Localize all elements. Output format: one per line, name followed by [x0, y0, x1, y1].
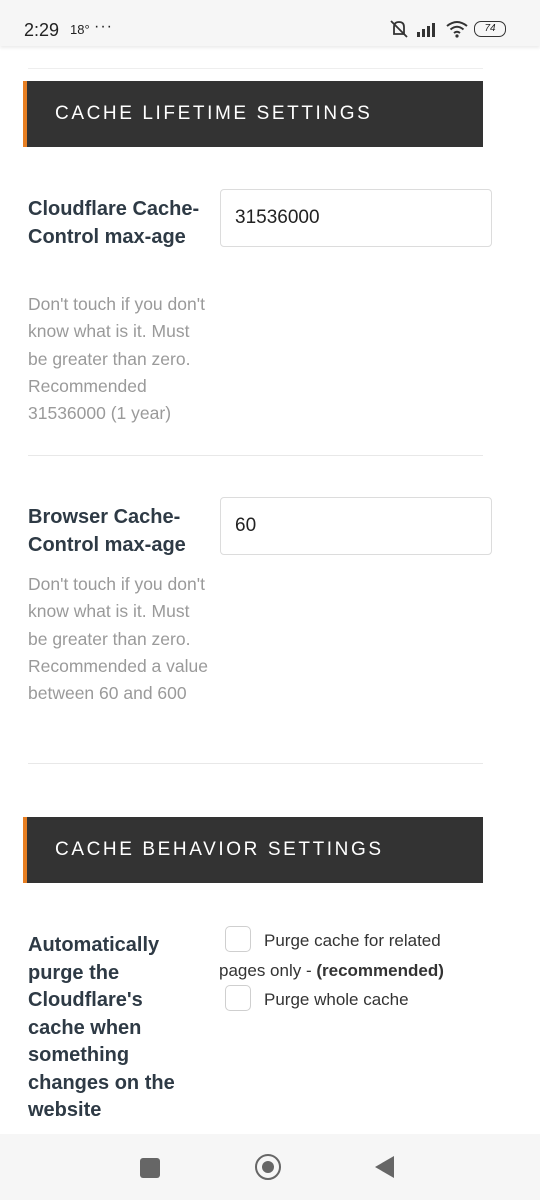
- status-icons: 74: [388, 19, 506, 39]
- battery-icon: 74: [474, 21, 506, 37]
- cf-max-age-description: Don't touch if you don't know what is it…: [28, 294, 205, 424]
- recommended-badge: (recommended): [316, 961, 444, 980]
- purge-related-text-line2: pages only - (recommended): [219, 961, 444, 981]
- purge-related-text-cont: pages only -: [219, 961, 317, 980]
- signal-icon: [417, 23, 435, 37]
- browser-max-age-label: Browser Cache-Control max-age: [28, 506, 186, 556]
- section-title: CACHE LIFETIME SETTINGS: [55, 103, 373, 124]
- status-bar: 2:29 18° ··· 74: [0, 0, 540, 46]
- more-notifications-icon: ···: [94, 18, 113, 35]
- purge-whole-text: Purge whole cache: [264, 990, 409, 1009]
- top-divider: [28, 68, 483, 69]
- recents-button[interactable]: [140, 1158, 160, 1178]
- back-button[interactable]: [375, 1156, 394, 1178]
- section-title: CACHE BEHAVIOR SETTINGS: [55, 839, 384, 860]
- temperature: 18°: [70, 22, 90, 37]
- wifi-icon: [446, 21, 468, 38]
- row-divider: [28, 763, 483, 764]
- purge-related-checkbox[interactable]: [225, 926, 251, 952]
- mute-icon: [390, 20, 408, 38]
- cf-max-age-label: Cloudflare Cache-Control max-age: [28, 198, 200, 248]
- cf-max-age-input[interactable]: [220, 189, 492, 247]
- auto-purge-label: Automatically purge the Cloudflare's cac…: [28, 934, 175, 1121]
- browser-max-age-input[interactable]: [220, 497, 492, 555]
- home-button[interactable]: [255, 1154, 281, 1180]
- clock: 2:29: [24, 20, 60, 40]
- system-nav-bar: [0, 1134, 540, 1200]
- browser-max-age-description: Don't touch if you don't know what is it…: [28, 574, 208, 704]
- purge-whole-checkbox[interactable]: [225, 985, 251, 1011]
- section-header-behavior: CACHE BEHAVIOR SETTINGS: [23, 817, 483, 883]
- purge-related-text: Purge cache for related: [264, 931, 441, 950]
- section-header-lifetime: CACHE LIFETIME SETTINGS: [23, 81, 483, 147]
- row-divider: [28, 455, 483, 456]
